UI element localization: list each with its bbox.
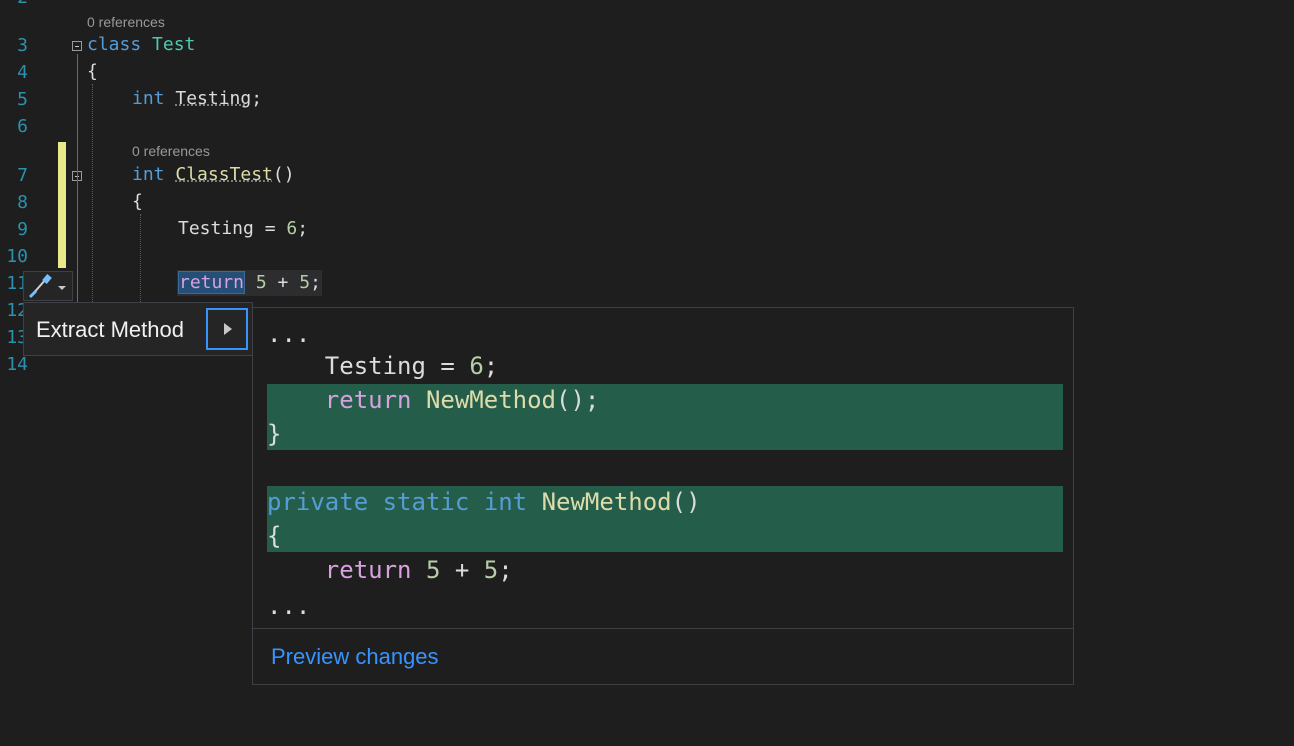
screwdriver-brush-icon xyxy=(28,274,52,299)
quick-actions-menu: Extract Method xyxy=(23,302,253,356)
submenu-expand-button[interactable] xyxy=(206,308,248,350)
code-line-11-selection[interactable]: return 5 + 5; xyxy=(177,270,322,296)
code-preview-pane: ... Testing = 6; return NewMethod(); } p… xyxy=(252,307,1074,685)
code-line-4[interactable]: { xyxy=(87,61,98,83)
extract-method-menu-item[interactable]: Extract Method xyxy=(36,317,184,343)
code-line-3[interactable]: class Test xyxy=(87,34,195,56)
divider xyxy=(253,628,1073,629)
codelens-references[interactable]: 0 references xyxy=(87,14,165,30)
indent-guide xyxy=(140,214,141,304)
code-line-9[interactable]: Testing = 6; xyxy=(178,218,308,240)
quick-actions-button[interactable] xyxy=(23,271,73,301)
line-number: 10 xyxy=(6,246,28,267)
line-number: 2 xyxy=(0,0,28,8)
line-number: 14 xyxy=(6,354,28,375)
preview-line: } xyxy=(267,420,282,448)
caret-down-icon[interactable] xyxy=(57,284,67,292)
line-number: 7 xyxy=(17,165,28,186)
line-number: 6 xyxy=(17,116,28,137)
preview-ellipsis-top: ... xyxy=(267,320,311,348)
line-number: 4 xyxy=(17,62,28,83)
caret-right-icon xyxy=(224,323,232,335)
collapse-class-toggle-icon[interactable] xyxy=(72,41,82,51)
preview-line: Testing = 6; xyxy=(324,352,499,380)
codelens-references[interactable]: 0 references xyxy=(132,143,210,159)
preview-line: { xyxy=(267,522,282,550)
preview-line: return 5 + 5; xyxy=(324,556,513,584)
indent-guide xyxy=(92,84,93,304)
preview-changes-link[interactable]: Preview changes xyxy=(271,644,439,670)
change-indicator-bar xyxy=(58,142,66,268)
code-line-5[interactable]: int Testing; xyxy=(132,88,262,110)
preview-ellipsis-bottom: ... xyxy=(267,592,311,620)
code-line-7[interactable]: int ClassTest() xyxy=(132,164,295,186)
line-number: 5 xyxy=(17,89,28,110)
line-number: 9 xyxy=(17,219,28,240)
preview-line: return NewMethod(); xyxy=(324,386,600,414)
line-number: 3 xyxy=(17,35,28,56)
outline-line-class xyxy=(77,54,78,304)
line-number: 8 xyxy=(17,192,28,213)
preview-line: private static int NewMethod() xyxy=(267,488,701,516)
code-line-8[interactable]: { xyxy=(132,191,143,213)
